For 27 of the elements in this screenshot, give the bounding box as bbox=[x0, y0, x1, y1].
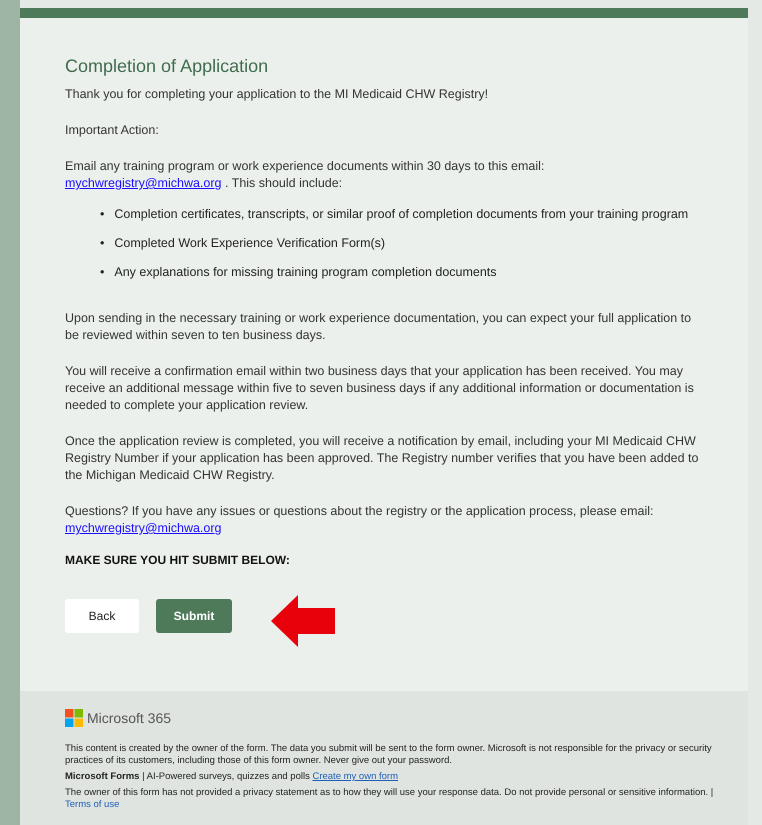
paragraph: Important Action: bbox=[65, 122, 160, 139]
bullet-item: Completion certificates, transcripts, or similar proof of completion documents from your training program bbox=[114, 206, 688, 222]
email-link[interactable]: mychwregistry@michwa.org bbox=[65, 176, 222, 190]
bullet-item: Any explanations for missing training program completion documents bbox=[114, 264, 497, 280]
submit-button[interactable]: Submit bbox=[156, 599, 232, 633]
bullet-item: Completed Work Experience Verification Form(s) bbox=[114, 235, 386, 251]
email-link[interactable]: mychwregistry@michwa.org bbox=[65, 521, 222, 535]
notice-text: MAKE SURE YOU HIT SUBMIT BELOW: bbox=[65, 553, 291, 567]
paragraph: Email any training program or work experience documents within 30 days to this email: mychwregistry@michwa.org . This should include: bbox=[65, 158, 546, 192]
paragraph: Upon sending in the necessary training or work experience documentation, you can expect your full application to be reviewed within seven to ten business days. bbox=[65, 310, 692, 344]
paragraph: Questions? If you have any issues or questions about the registry or the application process, please email: mychwregistry@michwa.org bbox=[65, 503, 655, 537]
bullet-marker: • bbox=[100, 264, 104, 280]
brand-name: Microsoft 365 bbox=[87, 710, 172, 726]
windows-logo-icon bbox=[65, 709, 83, 727]
paragraph: You will receive a confirmation email within two business days that your application has been received. You may receive an additional message within five to seven business days if any additional information or documentation is needed to complete your application review. bbox=[65, 363, 695, 414]
paragraph: Once the application review is completed, you will receive a notification by email, including your MI Medicaid CHW Registry Number if your application has been approved. The Registry number verifies that you have been added to the Michigan Medicaid CHW Registry. bbox=[65, 433, 700, 484]
paragraph: Thank you for completing your application to the MI Medicaid CHW Registry! bbox=[65, 86, 490, 103]
bullet-marker: • bbox=[100, 235, 104, 251]
form-title: Completion of Application bbox=[65, 56, 270, 77]
terms-link[interactable]: Terms of use bbox=[65, 799, 120, 810]
arrow-icon bbox=[271, 595, 335, 647]
disclaimer-text: This content is created by the owner of the form. The data you submit will be sent to the form owner. Microsoft is not responsible for the privacy or security practices of its customers, including those of this form owner. Never give out your password. bbox=[65, 743, 713, 767]
create-form-link[interactable]: Create my own form bbox=[312, 771, 398, 782]
bullet-marker: • bbox=[100, 206, 104, 222]
forms-tagline: Microsoft Forms | AI-Powered surveys, quizzes and polls Create my own form bbox=[65, 771, 399, 783]
privacy-text: The owner of this form has not provided a privacy statement as to how they will use your response data. Do not provide personal or sensitive information. | Terms of use bbox=[65, 787, 714, 811]
back-button[interactable]: Back bbox=[65, 599, 139, 633]
